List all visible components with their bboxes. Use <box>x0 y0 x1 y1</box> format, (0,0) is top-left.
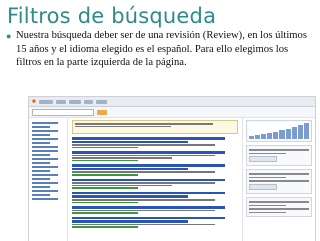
result-item <box>72 164 238 176</box>
result-source <box>72 146 139 149</box>
result-source <box>72 226 139 228</box>
result-item <box>72 151 238 162</box>
filter-link[interactable] <box>32 178 50 180</box>
result-authors <box>72 198 215 201</box>
related-box <box>246 196 312 218</box>
nav-tab[interactable] <box>95 99 107 104</box>
related-line <box>249 149 309 151</box>
result-title[interactable] <box>72 151 225 154</box>
embedded-screenshot: ■ <box>28 96 316 241</box>
result-title[interactable] <box>72 137 225 140</box>
related-line <box>249 204 287 207</box>
related-line <box>249 180 309 182</box>
filter-link[interactable] <box>32 186 50 188</box>
result-item <box>72 216 238 228</box>
related-button[interactable] <box>249 183 277 190</box>
result-authors <box>72 209 215 212</box>
result-title[interactable] <box>72 178 225 182</box>
related-line <box>249 211 287 214</box>
slide-title: Filtros de búsqueda <box>7 4 217 28</box>
result-authors <box>72 223 215 226</box>
year-histogram <box>248 122 310 140</box>
filter-link[interactable] <box>32 174 58 176</box>
result-item <box>72 191 238 204</box>
result-source <box>72 201 139 204</box>
result-title[interactable] <box>72 216 225 220</box>
related-box <box>246 145 312 167</box>
filters-sidebar <box>29 118 68 241</box>
result-authors <box>72 182 215 184</box>
filter-link[interactable] <box>32 154 50 156</box>
filter-link[interactable] <box>32 122 58 124</box>
result-authors <box>72 184 172 187</box>
site-logo: ■ <box>32 98 36 105</box>
nav-tab[interactable] <box>83 99 93 104</box>
result-item <box>72 137 238 149</box>
filter-link[interactable] <box>32 198 58 200</box>
related-line <box>249 200 309 203</box>
result-source <box>72 159 139 162</box>
result-title[interactable] <box>72 220 189 223</box>
result-title[interactable] <box>72 195 189 198</box>
result-source <box>72 187 139 189</box>
notice-line <box>75 125 171 128</box>
filter-link[interactable] <box>32 138 58 140</box>
related-line <box>249 173 309 175</box>
results-list <box>68 118 242 241</box>
related-line <box>249 152 287 155</box>
result-item <box>72 178 238 189</box>
result-title[interactable] <box>72 164 225 167</box>
result-title[interactable] <box>72 167 189 171</box>
result-item <box>72 206 238 214</box>
nav-tab[interactable] <box>68 99 81 104</box>
related-box <box>246 169 312 194</box>
related-line <box>249 176 287 179</box>
related-button[interactable] <box>249 156 277 163</box>
notice-box <box>72 120 238 134</box>
filter-link[interactable] <box>32 166 58 168</box>
result-title[interactable] <box>72 140 189 143</box>
bullet-item: ● Nuestra búsqueda deber ser de una revi… <box>6 29 312 70</box>
results-by-year-box <box>246 120 312 142</box>
filter-link[interactable] <box>32 190 58 192</box>
result-source <box>72 174 139 176</box>
nav-tab[interactable] <box>55 99 66 104</box>
browser-toolbar: ■ <box>29 97 315 107</box>
result-authors <box>72 154 215 157</box>
filter-link[interactable] <box>32 170 50 172</box>
filter-link[interactable] <box>32 142 50 144</box>
bullet-text: Nuestra búsqueda deber ser de una revisi… <box>16 30 307 68</box>
filter-link[interactable] <box>32 158 58 160</box>
result-authors <box>72 171 215 174</box>
filter-link[interactable] <box>32 126 50 128</box>
right-sidebar <box>242 118 315 241</box>
filter-link[interactable] <box>32 182 58 184</box>
bullet-icon: ● <box>6 31 12 41</box>
filter-link[interactable] <box>32 194 50 196</box>
filter-link[interactable] <box>32 162 50 164</box>
result-source <box>72 212 139 214</box>
related-line <box>249 208 309 210</box>
result-title[interactable] <box>72 206 225 209</box>
filter-link[interactable] <box>32 150 58 152</box>
result-title[interactable] <box>72 191 225 195</box>
search-bar <box>29 107 315 118</box>
filter-link[interactable] <box>32 134 50 136</box>
search-input[interactable] <box>32 108 94 116</box>
filter-link[interactable] <box>32 130 58 132</box>
result-authors <box>72 144 215 146</box>
filter-link[interactable] <box>32 146 58 148</box>
result-authors <box>72 157 172 159</box>
notice-line <box>75 123 213 125</box>
search-button[interactable] <box>97 109 107 115</box>
nav-tab[interactable] <box>38 99 53 104</box>
